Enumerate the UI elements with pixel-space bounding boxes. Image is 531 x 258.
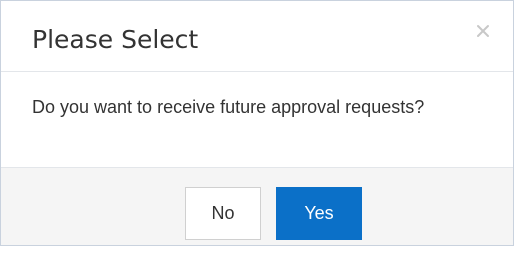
close-button[interactable] — [474, 22, 492, 40]
no-button[interactable]: No — [185, 187, 261, 240]
dialog-header: Please Select — [1, 1, 513, 72]
yes-button[interactable]: Yes — [276, 187, 362, 240]
dialog-title: Please Select — [32, 25, 199, 54]
dialog-message: Do you want to receive future approval r… — [32, 97, 425, 117]
dialog-footer: No Yes — [1, 168, 513, 245]
approval-request-dialog: Please Select Do you want to receive fut… — [0, 0, 514, 246]
dialog-body: Do you want to receive future approval r… — [1, 72, 513, 168]
close-icon — [474, 25, 492, 43]
